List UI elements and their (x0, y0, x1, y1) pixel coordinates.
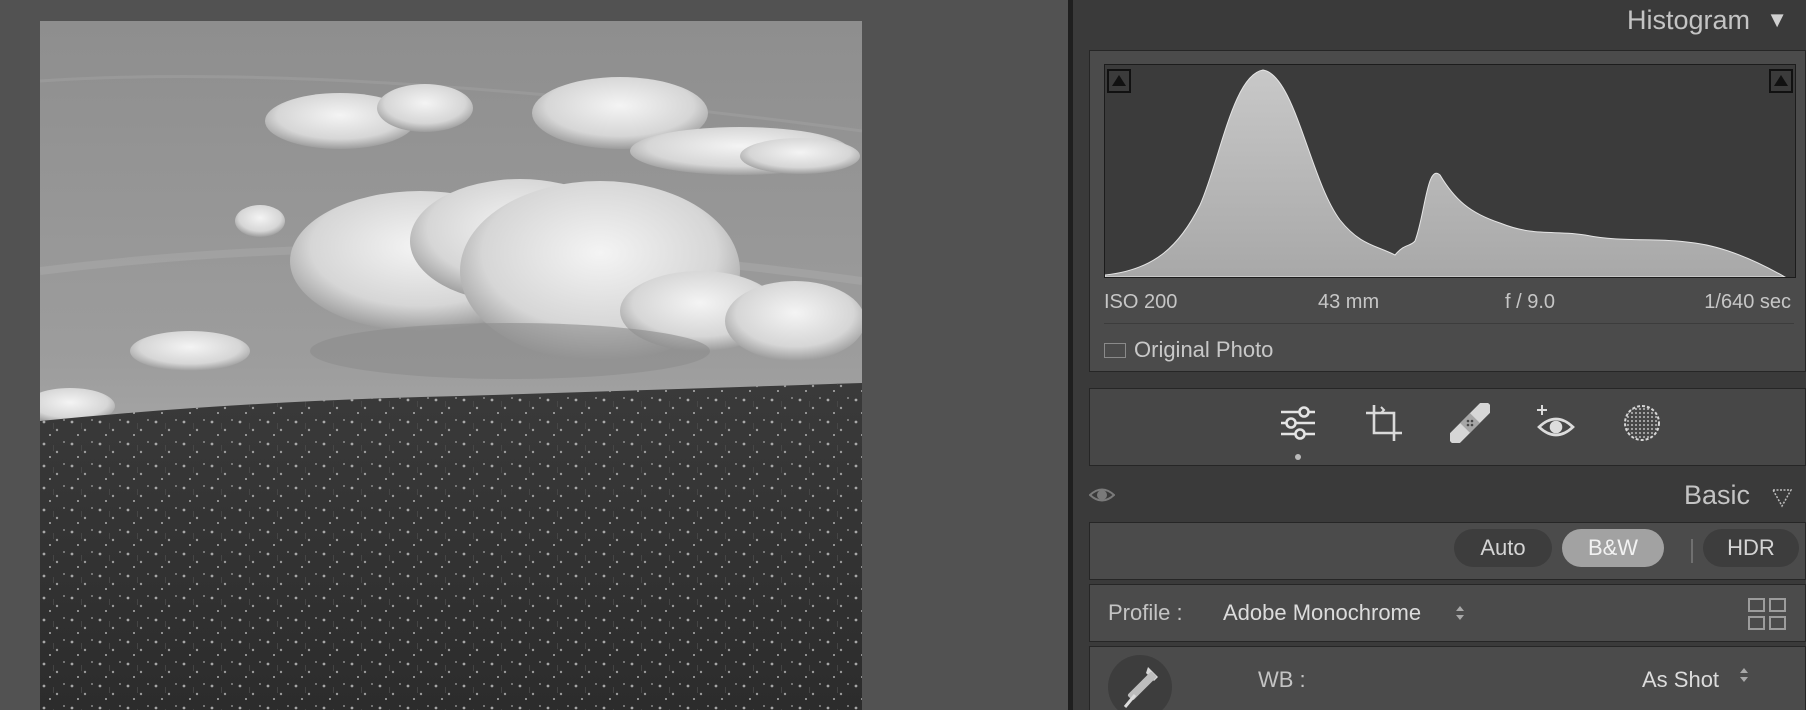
basic-title: Basic (1683, 480, 1750, 510)
original-photo-toggle[interactable]: Original Photo (1104, 337, 1273, 363)
auto-button[interactable]: Auto (1454, 529, 1552, 567)
collapse-triangle-icon[interactable] (1771, 488, 1793, 513)
profile-row: Profile : Adobe Monochrome (1089, 584, 1806, 642)
updown-arrows-icon[interactable] (1740, 667, 1748, 683)
develop-panel: Histogram ▼ ISO 200 43 mm f / 9.0 1/640 … (1073, 0, 1806, 710)
profile-select[interactable]: Adobe Monochrome (1223, 600, 1421, 626)
eye-icon[interactable] (1088, 484, 1116, 511)
histogram-curve (1105, 69, 1787, 277)
profile-label: Profile : (1108, 600, 1183, 625)
updown-arrows-icon[interactable] (1456, 605, 1464, 621)
wb-select[interactable]: As Shot (1642, 667, 1719, 693)
collapse-triangle-icon[interactable]: ▼ (1766, 7, 1788, 33)
histogram-plot[interactable] (1104, 64, 1796, 278)
exif-focal-length: 43 mm (1318, 291, 1380, 313)
histogram-panel: ISO 200 43 mm f / 9.0 1/640 sec Original… (1089, 50, 1806, 372)
active-tool-indicator (1295, 454, 1301, 460)
histogram-header[interactable]: Histogram ▼ (1073, 0, 1806, 44)
hdr-button[interactable]: HDR (1703, 529, 1799, 567)
profile-browser-icon[interactable] (1747, 597, 1787, 636)
image-viewer (0, 0, 1068, 710)
treatment-buttons: Auto B&W HDR (1089, 522, 1806, 580)
photo-preview[interactable] (40, 21, 862, 710)
exif-iso: ISO 200 (1104, 291, 1178, 313)
edit-sliders-icon[interactable] (1276, 401, 1320, 445)
red-eye-icon[interactable] (1534, 401, 1578, 445)
crop-icon[interactable] (1362, 401, 1406, 445)
basic-header[interactable]: Basic (1073, 474, 1806, 518)
tool-strip (1089, 388, 1806, 466)
healing-icon[interactable] (1448, 401, 1492, 445)
checkbox-icon[interactable] (1104, 342, 1126, 358)
shadow-clipping-icon[interactable] (1107, 69, 1131, 93)
eyedropper-icon[interactable] (1108, 655, 1172, 710)
wb-label: WB : (1258, 667, 1306, 692)
bw-button[interactable]: B&W (1562, 529, 1664, 567)
original-photo-label: Original Photo (1134, 337, 1274, 362)
white-balance-row: WB : As Shot (1089, 646, 1806, 710)
exif-aperture: f / 9.0 (1505, 291, 1556, 313)
exif-shutter: 1/640 sec (1704, 291, 1791, 313)
highlight-clipping-icon[interactable] (1769, 69, 1793, 93)
masking-icon[interactable] (1620, 401, 1664, 445)
histogram-title: Histogram (1626, 5, 1750, 35)
